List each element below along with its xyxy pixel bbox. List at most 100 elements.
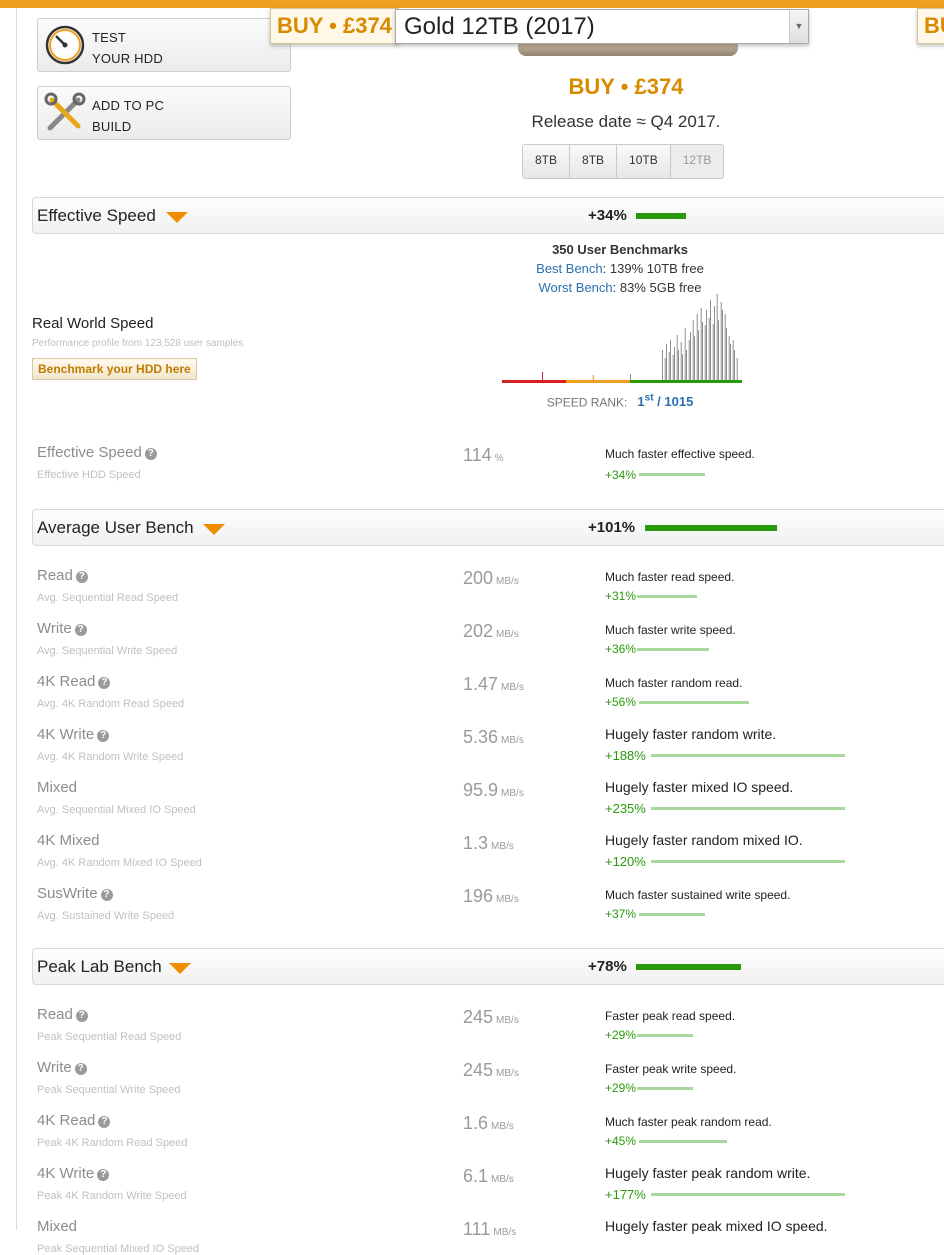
metric-pct-bar <box>639 473 705 476</box>
histogram-bar <box>692 320 694 380</box>
metric-pct-bar <box>637 648 709 651</box>
buy-button-right[interactable]: BU <box>917 8 944 44</box>
metric-desc: Hugely faster random write. <box>605 726 777 742</box>
histogram-bar <box>722 310 723 380</box>
histogram-bar <box>700 308 702 380</box>
histogram-bar <box>730 344 731 380</box>
metric-name: Effective Speed? <box>37 444 157 461</box>
capacity-option-selected[interactable]: 12TB <box>670 145 724 178</box>
histogram-bar <box>708 318 710 380</box>
metric-value-number: 200 <box>463 568 494 588</box>
section-average-user-bench[interactable]: Average User Bench +101% <box>32 509 944 546</box>
expand-triangle-icon[interactable] <box>169 963 191 974</box>
help-icon[interactable]: ? <box>75 1010 88 1022</box>
section-effective-speed[interactable]: Effective Speed +34% <box>32 197 944 234</box>
metric-value: 1.3 MB/s <box>463 833 514 854</box>
histogram-bar <box>714 306 715 380</box>
test-hdd-button[interactable]: TEST YOUR HDD <box>37 18 291 72</box>
metric-desc: Hugely faster peak mixed IO speed. <box>605 1218 828 1234</box>
user-bench-count: 350 User Benchmarks <box>552 242 688 257</box>
help-icon[interactable]: ? <box>100 889 113 901</box>
add-to-pc-build-button[interactable]: ADD TO PC BUILD <box>37 86 291 140</box>
capacity-option[interactable]: 8TB <box>523 145 571 178</box>
histogram-bar <box>630 374 631 380</box>
metric-sub: Avg. Sequential Mixed IO Speed <box>37 804 196 816</box>
metric-value: 6.1 MB/s <box>463 1166 514 1187</box>
metric-sub: Peak 4K Random Write Speed <box>37 1190 187 1202</box>
help-icon[interactable]: ? <box>98 1116 111 1128</box>
metric-value-number: 202 <box>463 621 494 641</box>
capacity-selector: 8TB 8TB 10TB 12TB <box>522 144 725 179</box>
best-bench-link[interactable]: Best Bench <box>536 261 603 276</box>
metric-unit: MB/s <box>496 1068 519 1079</box>
metric-sub: Peak Sequential Read Speed <box>37 1031 182 1043</box>
metric-pct-bar <box>651 1193 845 1196</box>
model-select[interactable]: Gold 12TB (2017) ▼ <box>395 9 809 44</box>
histogram-bar <box>672 355 674 380</box>
metric-name: Mixed <box>37 779 77 796</box>
metric-sub: Peak 4K Random Read Speed <box>37 1137 188 1149</box>
expand-triangle-icon[interactable] <box>166 212 188 223</box>
capacity-option[interactable]: 10TB <box>617 145 671 178</box>
histogram-bar <box>674 347 675 380</box>
metric-name: Read? <box>37 567 88 584</box>
histogram-bar <box>706 310 707 380</box>
speed-rank: SPEED RANK: 1st / 1015 <box>500 393 740 409</box>
metric-sub: Avg. 4K Random Write Speed <box>37 751 184 763</box>
histogram-bar <box>694 336 695 380</box>
page-left-border <box>16 8 17 1230</box>
metric-desc: Hugely faster random mixed IO. <box>605 832 803 848</box>
metric-sub: Avg. 4K Random Mixed IO Speed <box>37 857 202 869</box>
benchmark-hdd-button[interactable]: Benchmark your HDD here <box>32 358 197 380</box>
help-icon[interactable]: ? <box>97 1169 110 1181</box>
metric-sub: Avg. 4K Random Read Speed <box>37 698 185 710</box>
metric-pct: +34% <box>605 468 637 482</box>
histogram-bar <box>732 340 734 380</box>
help-icon[interactable]: ? <box>75 571 88 583</box>
help-icon[interactable]: ? <box>98 677 111 689</box>
expand-triangle-icon[interactable] <box>203 524 225 535</box>
histogram-bar <box>724 314 726 380</box>
buy-price-link[interactable]: BUY • £374 <box>520 74 732 100</box>
speed-rank-total: / 1015 <box>653 394 694 410</box>
help-icon[interactable]: ? <box>74 624 87 636</box>
histogram-bar <box>718 320 719 380</box>
speed-distribution-histogram <box>502 294 742 383</box>
metric-value-number: 245 <box>463 1060 494 1080</box>
release-date: Release date ≈ Q4 2017. <box>531 112 721 131</box>
metric-value-number: 245 <box>463 1007 494 1027</box>
histogram-bar <box>542 372 543 380</box>
histogram-bar <box>696 314 698 380</box>
metric-unit: MB/s <box>493 1227 517 1238</box>
metric-unit: MB/s <box>501 788 524 799</box>
histogram-bar <box>710 300 711 380</box>
buy-button[interactable]: BUY • £374 <box>270 8 399 44</box>
histogram-bar <box>712 324 714 380</box>
add-to-pc-line1: ADD TO PC <box>92 98 165 113</box>
model-select-value: Gold 12TB (2017) <box>404 13 595 40</box>
section-pct-bar <box>645 525 777 531</box>
histogram-bar <box>676 335 678 380</box>
histogram-bar <box>682 354 683 380</box>
dropdown-arrow-icon: ▼ <box>789 10 808 43</box>
capacity-option[interactable]: 8TB <box>570 145 618 178</box>
metric-name-text: 4K Read <box>37 1112 96 1129</box>
metric-value: 245 MB/s <box>463 1060 519 1081</box>
histogram-bar <box>704 325 706 380</box>
help-icon[interactable]: ? <box>74 1063 87 1075</box>
metric-name-text: Mixed <box>37 779 78 796</box>
metric-value: 1.47 MB/s <box>463 674 524 695</box>
metric-value-number: 1.3 <box>463 833 489 853</box>
speed-rank-label: SPEED RANK: <box>546 395 628 410</box>
metric-value: 95.9 MB/s <box>463 780 524 801</box>
help-icon[interactable]: ? <box>97 730 110 742</box>
section-peak-lab-bench[interactable]: Peak Lab Bench +78% <box>32 948 944 985</box>
histogram-bar <box>680 342 682 380</box>
histogram-bar <box>698 330 699 380</box>
metric-desc: Much faster random read. <box>605 676 743 690</box>
metric-name: 4K Write? <box>37 726 110 743</box>
help-icon[interactable]: ? <box>144 448 157 460</box>
metric-desc: Hugely faster peak random write. <box>605 1165 811 1181</box>
metric-unit: MB/s <box>501 735 524 746</box>
metric-pct: +45% <box>605 1134 637 1148</box>
